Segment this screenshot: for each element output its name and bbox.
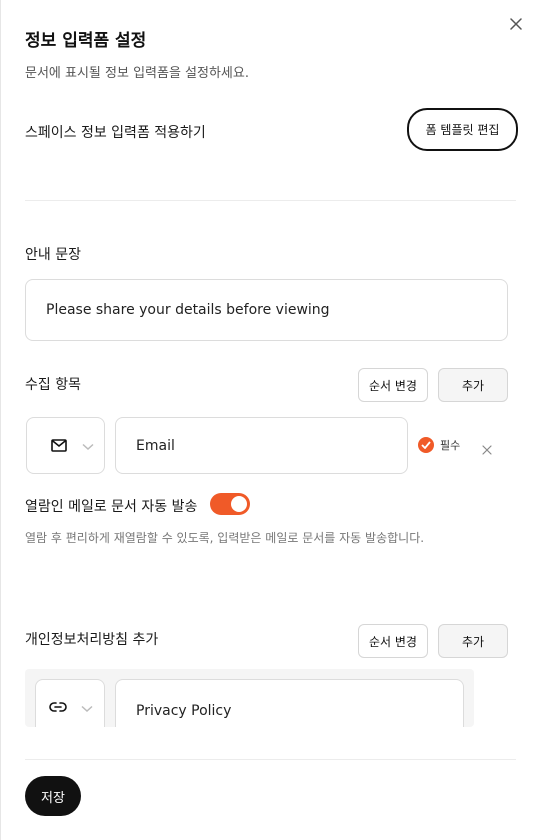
dialog-subtitle: 문서에 표시될 정보 입력폼을 설정하세요. (25, 66, 249, 81)
privacy-type-select[interactable] (35, 679, 105, 727)
close-icon[interactable] (482, 445, 492, 455)
dialog-title: 정보 입력폼 설정 (25, 31, 147, 51)
required-label: 필수 (440, 439, 461, 452)
section-divider (25, 200, 516, 201)
auto-send-toggle[interactable] (210, 493, 250, 515)
required-checkbox[interactable]: 필수 (418, 437, 460, 453)
field-type-select[interactable] (26, 417, 105, 474)
toggle-knob (231, 496, 247, 512)
privacy-add-button[interactable]: 추가 (438, 624, 508, 658)
remove-field-button[interactable] (482, 440, 494, 455)
save-button[interactable]: 저장 (25, 776, 81, 816)
chevron-down-icon (82, 443, 94, 451)
close-button[interactable] (506, 14, 526, 34)
chevron-down-icon (81, 705, 93, 713)
privacy-reorder-button[interactable]: 순서 변경 (358, 624, 428, 658)
close-icon[interactable] (510, 18, 522, 30)
field-name-value: Email (136, 437, 175, 454)
check-icon (418, 437, 434, 453)
guide-label: 안내 문장 (25, 247, 81, 263)
collect-reorder-button[interactable]: 순서 변경 (358, 368, 428, 402)
guide-input[interactable]: Please share your details before viewing (25, 279, 508, 341)
panel-left-border (0, 0, 1, 840)
mail-icon (51, 439, 67, 452)
collect-add-button[interactable]: 추가 (438, 368, 508, 402)
space-form-label: 스페이스 정보 입력폼 적용하기 (25, 125, 206, 141)
privacy-name-value: Privacy Policy (136, 703, 232, 719)
footer-divider (25, 759, 516, 760)
guide-input-value: Please share your details before viewing (46, 302, 330, 318)
auto-send-label: 열람인 메일로 문서 자동 발송 (25, 499, 198, 515)
link-icon (49, 702, 67, 712)
privacy-name-input[interactable]: Privacy Policy (115, 679, 464, 727)
auto-send-helper: 열람 후 편리하게 재열람할 수 있도록, 입력받은 메일로 문서를 자동 발송… (25, 531, 425, 545)
privacy-item-row: Privacy Policy (25, 669, 474, 727)
collect-label: 수집 항목 (25, 377, 81, 393)
edit-template-button[interactable]: 폼 템플릿 편집 (407, 108, 518, 151)
privacy-label: 개인정보처리방침 추가 (25, 632, 159, 648)
field-name-input[interactable]: Email (115, 417, 408, 474)
